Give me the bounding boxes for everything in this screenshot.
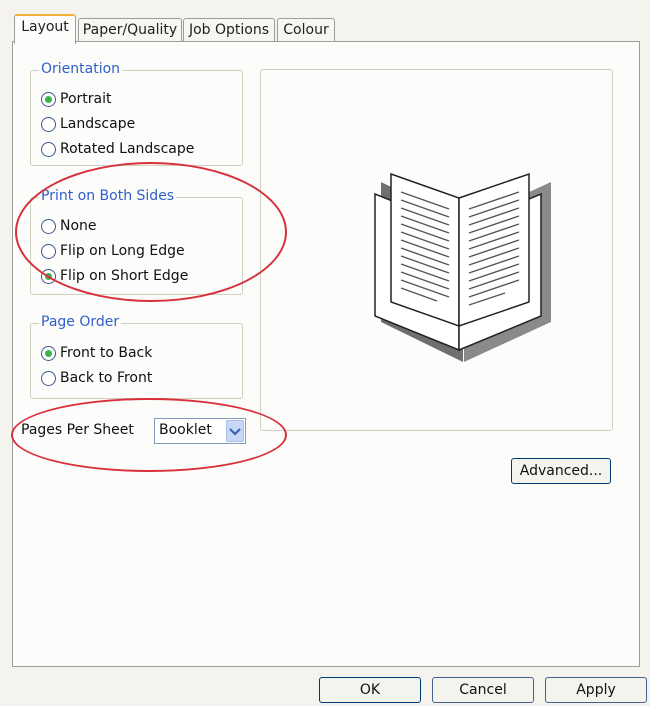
- radio-front-to-back-circle[interactable]: [41, 345, 56, 361]
- page-order-group-title: Page Order: [39, 314, 122, 330]
- radio-flip-short-edge-circle[interactable]: [41, 268, 56, 284]
- radio-flip-long-edge-label: Flip on Long Edge: [60, 243, 185, 259]
- advanced-button-label: Advanced...: [519, 463, 603, 479]
- tab-layout[interactable]: Layout: [14, 14, 76, 44]
- radio-front-to-back[interactable]: Front to Back: [41, 342, 152, 364]
- radio-portrait-circle[interactable]: [41, 91, 56, 107]
- radio-rotated-landscape-label: Rotated Landscape: [60, 141, 195, 157]
- radio-back-to-front-label: Back to Front: [60, 370, 153, 386]
- advanced-button[interactable]: Advanced...: [511, 458, 611, 484]
- tab-job-options[interactable]: Job Options: [183, 18, 275, 42]
- radio-none-circle[interactable]: [41, 218, 56, 234]
- radio-landscape[interactable]: Landscape: [41, 113, 135, 135]
- tab-paper-quality-label: Paper/Quality: [82, 22, 178, 38]
- tab-paper-quality[interactable]: Paper/Quality: [78, 18, 182, 42]
- radio-flip-short-edge-label: Flip on Short Edge: [60, 268, 189, 284]
- radio-landscape-label: Landscape: [60, 116, 136, 132]
- pages-per-sheet-value: Booklet: [159, 422, 212, 438]
- radio-back-to-front-circle[interactable]: [41, 370, 56, 386]
- layout-tab-panel: Orientation Portrait Landscape Rotated L…: [11, 41, 640, 667]
- radio-none-label: None: [60, 218, 97, 234]
- orientation-group-title: Orientation: [39, 61, 123, 77]
- page-order-group: Page Order Front to Back Back to Front: [30, 314, 243, 399]
- ok-button-label: OK: [359, 682, 381, 698]
- chevron-down-icon[interactable]: [226, 420, 244, 442]
- apply-button-label: Apply: [576, 682, 616, 698]
- radio-none[interactable]: None: [41, 215, 97, 237]
- cancel-button[interactable]: Cancel: [432, 677, 534, 703]
- tab-job-options-label: Job Options: [188, 22, 270, 38]
- radio-flip-long-edge-circle[interactable]: [41, 243, 56, 259]
- radio-rotated-landscape-circle[interactable]: [41, 141, 56, 157]
- open-booklet-icon: [374, 172, 551, 362]
- apply-button[interactable]: Apply: [545, 677, 647, 703]
- radio-back-to-front[interactable]: Back to Front: [41, 367, 152, 389]
- radio-flip-short-edge[interactable]: Flip on Short Edge: [41, 265, 188, 287]
- tab-colour[interactable]: Colour: [277, 18, 335, 42]
- radio-portrait-label: Portrait: [60, 91, 112, 107]
- radio-flip-long-edge[interactable]: Flip on Long Edge: [41, 240, 185, 262]
- orientation-group: Orientation Portrait Landscape Rotated L…: [30, 61, 243, 166]
- radio-portrait[interactable]: Portrait: [41, 88, 111, 110]
- printing-preferences-dialog: Layout Paper/Quality Job Options Colour …: [0, 0, 650, 706]
- pages-per-sheet-select[interactable]: Booklet: [154, 418, 246, 444]
- radio-rotated-landscape[interactable]: Rotated Landscape: [41, 138, 194, 160]
- radio-landscape-circle[interactable]: [41, 116, 56, 132]
- print-both-sides-group: Print on Both Sides None Flip on Long Ed…: [30, 188, 243, 295]
- print-both-sides-group-title: Print on Both Sides: [39, 188, 177, 204]
- layout-preview-pane: [260, 69, 613, 431]
- cancel-button-label: Cancel: [459, 682, 507, 698]
- tab-colour-label: Colour: [283, 22, 329, 38]
- tab-layout-label: Layout: [21, 19, 69, 35]
- pages-per-sheet-label: Pages Per Sheet: [21, 422, 134, 438]
- ok-button[interactable]: OK: [319, 677, 421, 703]
- radio-front-to-back-label: Front to Back: [60, 345, 153, 361]
